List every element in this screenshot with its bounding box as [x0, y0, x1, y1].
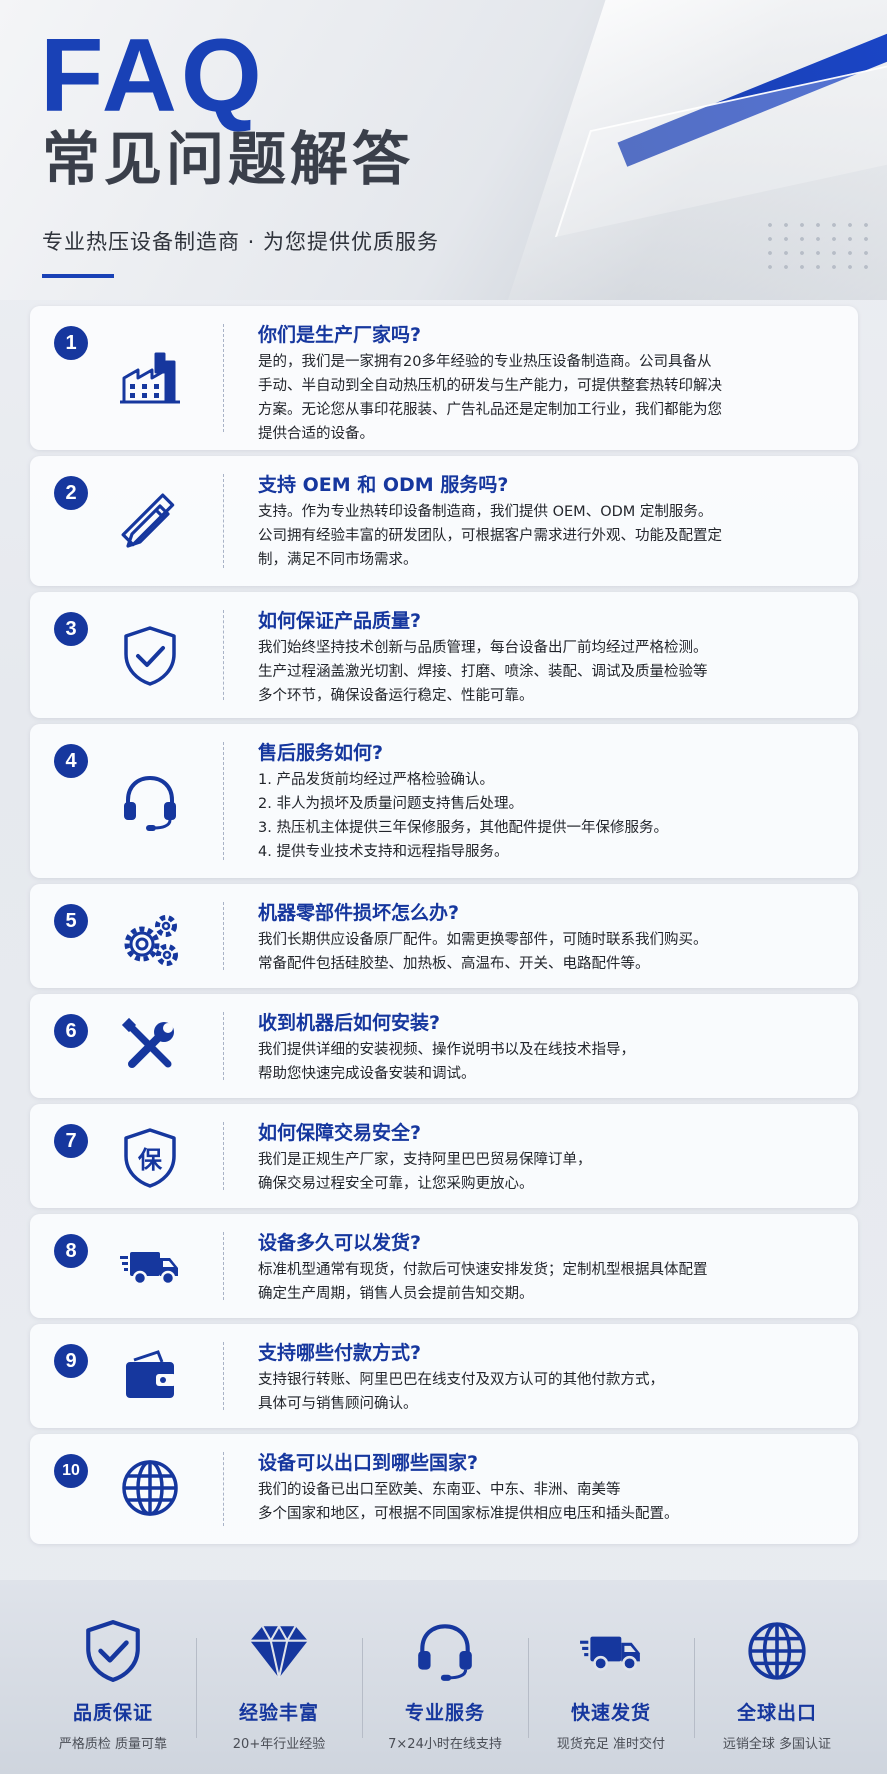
truck-icon — [580, 1636, 640, 1671]
faq-question: 设备多久可以发货? — [258, 1232, 422, 1254]
faq-item-5: 5 机器零部件损坏怎么办? 我们长期供应设备原厂配件。如需更换零部件，可随时联系… — [30, 884, 858, 988]
factory-icon — [120, 352, 180, 404]
page-subtitle: 专业热压设备制造商 · 为您提供优质服务 — [42, 230, 440, 254]
item-number: 4 — [54, 744, 88, 778]
feature-subtitle: 严格质检 质量可靠 — [58, 1737, 168, 1752]
faq-answer: 我们提供详细的安装视频、操作说明书以及在线技术指导， 帮助您快速完成设备安装和调… — [258, 1042, 635, 1082]
faq-question: 收到机器后如何安装? — [258, 1012, 441, 1034]
faq-answer: 我们是正规生产厂家，支持阿里巴巴贸易保障订单， 确保交易过程安全可靠，让您采购更… — [258, 1152, 592, 1192]
feature-title: 全球出口 — [736, 1702, 817, 1724]
dot-grid-decoration — [762, 218, 872, 278]
feature-strip: 品质保证 严格质检 质量可靠 经验丰富 20+年行业经验 专业服务 7×24小时… — [0, 1580, 887, 1774]
item-number: 6 — [54, 1014, 88, 1048]
shield-check-icon — [86, 1620, 140, 1682]
feature-subtitle: 7×24小时在线支持 — [388, 1737, 502, 1752]
feature-shipping: 快速发货 现货充足 准时交付 — [528, 1618, 694, 1752]
dashed-divider — [223, 1342, 224, 1410]
item-number: 5 — [54, 904, 88, 938]
globe-icon — [748, 1622, 806, 1680]
dashed-divider — [223, 324, 224, 432]
faq-answer: 支持。作为专业热转印设备制造商，我们提供 OEM、ODM 定制服务。 公司拥有经… — [258, 504, 722, 568]
feature-subtitle: 现货充足 准时交付 — [556, 1737, 666, 1752]
diamond-icon — [250, 1624, 308, 1679]
faq-question: 支持哪些付款方式? — [258, 1342, 422, 1364]
feature-title: 专业服务 — [404, 1702, 485, 1724]
faq-item-10: 10 设备可以出口到哪些国家? 我们的设备已出口至欧美、东南亚、中东、非洲、南美… — [30, 1434, 858, 1544]
feature-title: 快速发货 — [570, 1702, 651, 1724]
feature-export: 全球出口 远销全球 多国认证 — [694, 1618, 860, 1752]
faq-answer: 支持银行转账、阿里巴巴在线支付及双方认可的其他付款方式， 具体可与销售顾问确认。 — [258, 1372, 664, 1412]
dashed-divider — [223, 1232, 224, 1300]
dashed-divider — [223, 902, 224, 970]
dashed-divider — [223, 1122, 224, 1190]
feature-subtitle: 20+年行业经验 — [232, 1737, 326, 1752]
headset-icon — [124, 775, 176, 831]
wallet-icon — [126, 1350, 176, 1398]
faq-answer: 我们长期供应设备原厂配件。如需更换零部件，可随时联系我们购买。 常备配件包括硅胶… — [258, 932, 708, 972]
feature-title: 经验丰富 — [238, 1702, 319, 1724]
guarantee-shield-icon: 保 — [118, 1126, 182, 1190]
faq-item-7: 7 保 如何保障交易安全? 我们是正规生产厂家，支持阿里巴巴贸易保障订单， 确保… — [30, 1104, 858, 1208]
faq-item-4: 4 售后服务如何? 1. 产品发货前均经过严格检验确认。 2. 非人为损坏及质量… — [30, 724, 858, 878]
faq-question: 你们是生产厂家吗? — [258, 324, 422, 346]
faq-answer: 我们的设备已出口至欧美、东南亚、中东、非洲、南美等 多个国家和地区，可根据不同国… — [258, 1482, 679, 1522]
feature-title: 品质保证 — [72, 1702, 153, 1724]
faq-question: 设备可以出口到哪些国家? — [258, 1452, 479, 1474]
gears-icon — [124, 915, 178, 966]
feature-experience: 经验丰富 20+年行业经验 — [196, 1618, 362, 1752]
dashed-divider — [223, 742, 224, 860]
tools-icon — [121, 1017, 174, 1068]
faq-item-2: 2 支持 OEM 和 ODM 服务吗? 支持。作为专业热转印设备制造商，我们提供… — [30, 456, 858, 586]
feature-quality: 品质保证 严格质检 质量可靠 — [30, 1618, 196, 1752]
guarantee-glyph: 保 — [138, 1146, 162, 1174]
dashed-divider — [223, 1012, 224, 1080]
title-underline — [42, 274, 114, 278]
page-title: 常见问题解答 — [42, 125, 415, 193]
item-number: 1 — [54, 326, 88, 360]
item-number: 9 — [54, 1344, 88, 1378]
feature-subtitle: 远销全球 多国认证 — [722, 1737, 832, 1752]
faq-question: 支持 OEM 和 ODM 服务吗? — [258, 474, 509, 496]
faq-item-1: 1 你们是生产厂家吗? 是的，我们是一家拥有20多年经验的专业热压设备制造商。公… — [30, 306, 858, 450]
headset-icon — [418, 1624, 472, 1681]
item-number: 3 — [54, 612, 88, 646]
item-number: 8 — [54, 1234, 88, 1268]
faq-answer: 1. 产品发货前均经过严格检验确认。 2. 非人为损坏及质量问题支持售后处理。 … — [258, 772, 668, 860]
dashed-divider — [223, 610, 224, 700]
header-banner: FAQ 常见问题解答 专业热压设备制造商 · 为您提供优质服务 — [0, 0, 887, 300]
faq-heading: FAQ — [40, 18, 266, 134]
faq-item-8: 8 设备多久可以发货? 标准机型通常有现货，付款后可快速安排发货；定制机型根据具… — [30, 1214, 858, 1318]
faq-answer: 我们始终坚持技术创新与品质管理，每台设备出厂前均经过严格检测。 生产过程涵盖激光… — [258, 640, 708, 704]
dashed-divider — [223, 474, 224, 568]
faq-question: 机器零部件损坏怎么办? — [258, 902, 460, 924]
item-number: 7 — [54, 1124, 88, 1158]
design-tools-icon — [121, 493, 175, 548]
globe-icon — [122, 1460, 178, 1516]
faq-question: 售后服务如何? — [258, 742, 384, 764]
faq-item-3: 3 如何保证产品质量? 我们始终坚持技术创新与品质管理，每台设备出厂前均经过严格… — [30, 592, 858, 718]
faq-answer: 标准机型通常有现货，付款后可快速安排发货；定制机型根据具体配置 确定生产周期，销… — [258, 1262, 708, 1302]
faq-answer: 是的，我们是一家拥有20多年经验的专业热压设备制造商。公司具备从 手动、半自动到… — [258, 354, 722, 442]
dashed-divider — [223, 1452, 224, 1526]
faq-question: 如何保障交易安全? — [258, 1122, 422, 1144]
faq-question: 如何保证产品质量? — [258, 610, 422, 632]
feature-service: 专业服务 7×24小时在线支持 — [362, 1618, 528, 1752]
faq-item-9: 9 支持哪些付款方式? 支持银行转账、阿里巴巴在线支付及双方认可的其他付款方式，… — [30, 1324, 858, 1428]
item-number: 10 — [54, 1454, 88, 1488]
faq-item-6: 6 收到机器后如何安装? 我们提供详细的安装视频、操作说明书以及在线技术指导， … — [30, 994, 858, 1098]
truck-icon — [120, 1252, 178, 1286]
item-number: 2 — [54, 476, 88, 510]
shield-check-icon — [124, 626, 176, 686]
